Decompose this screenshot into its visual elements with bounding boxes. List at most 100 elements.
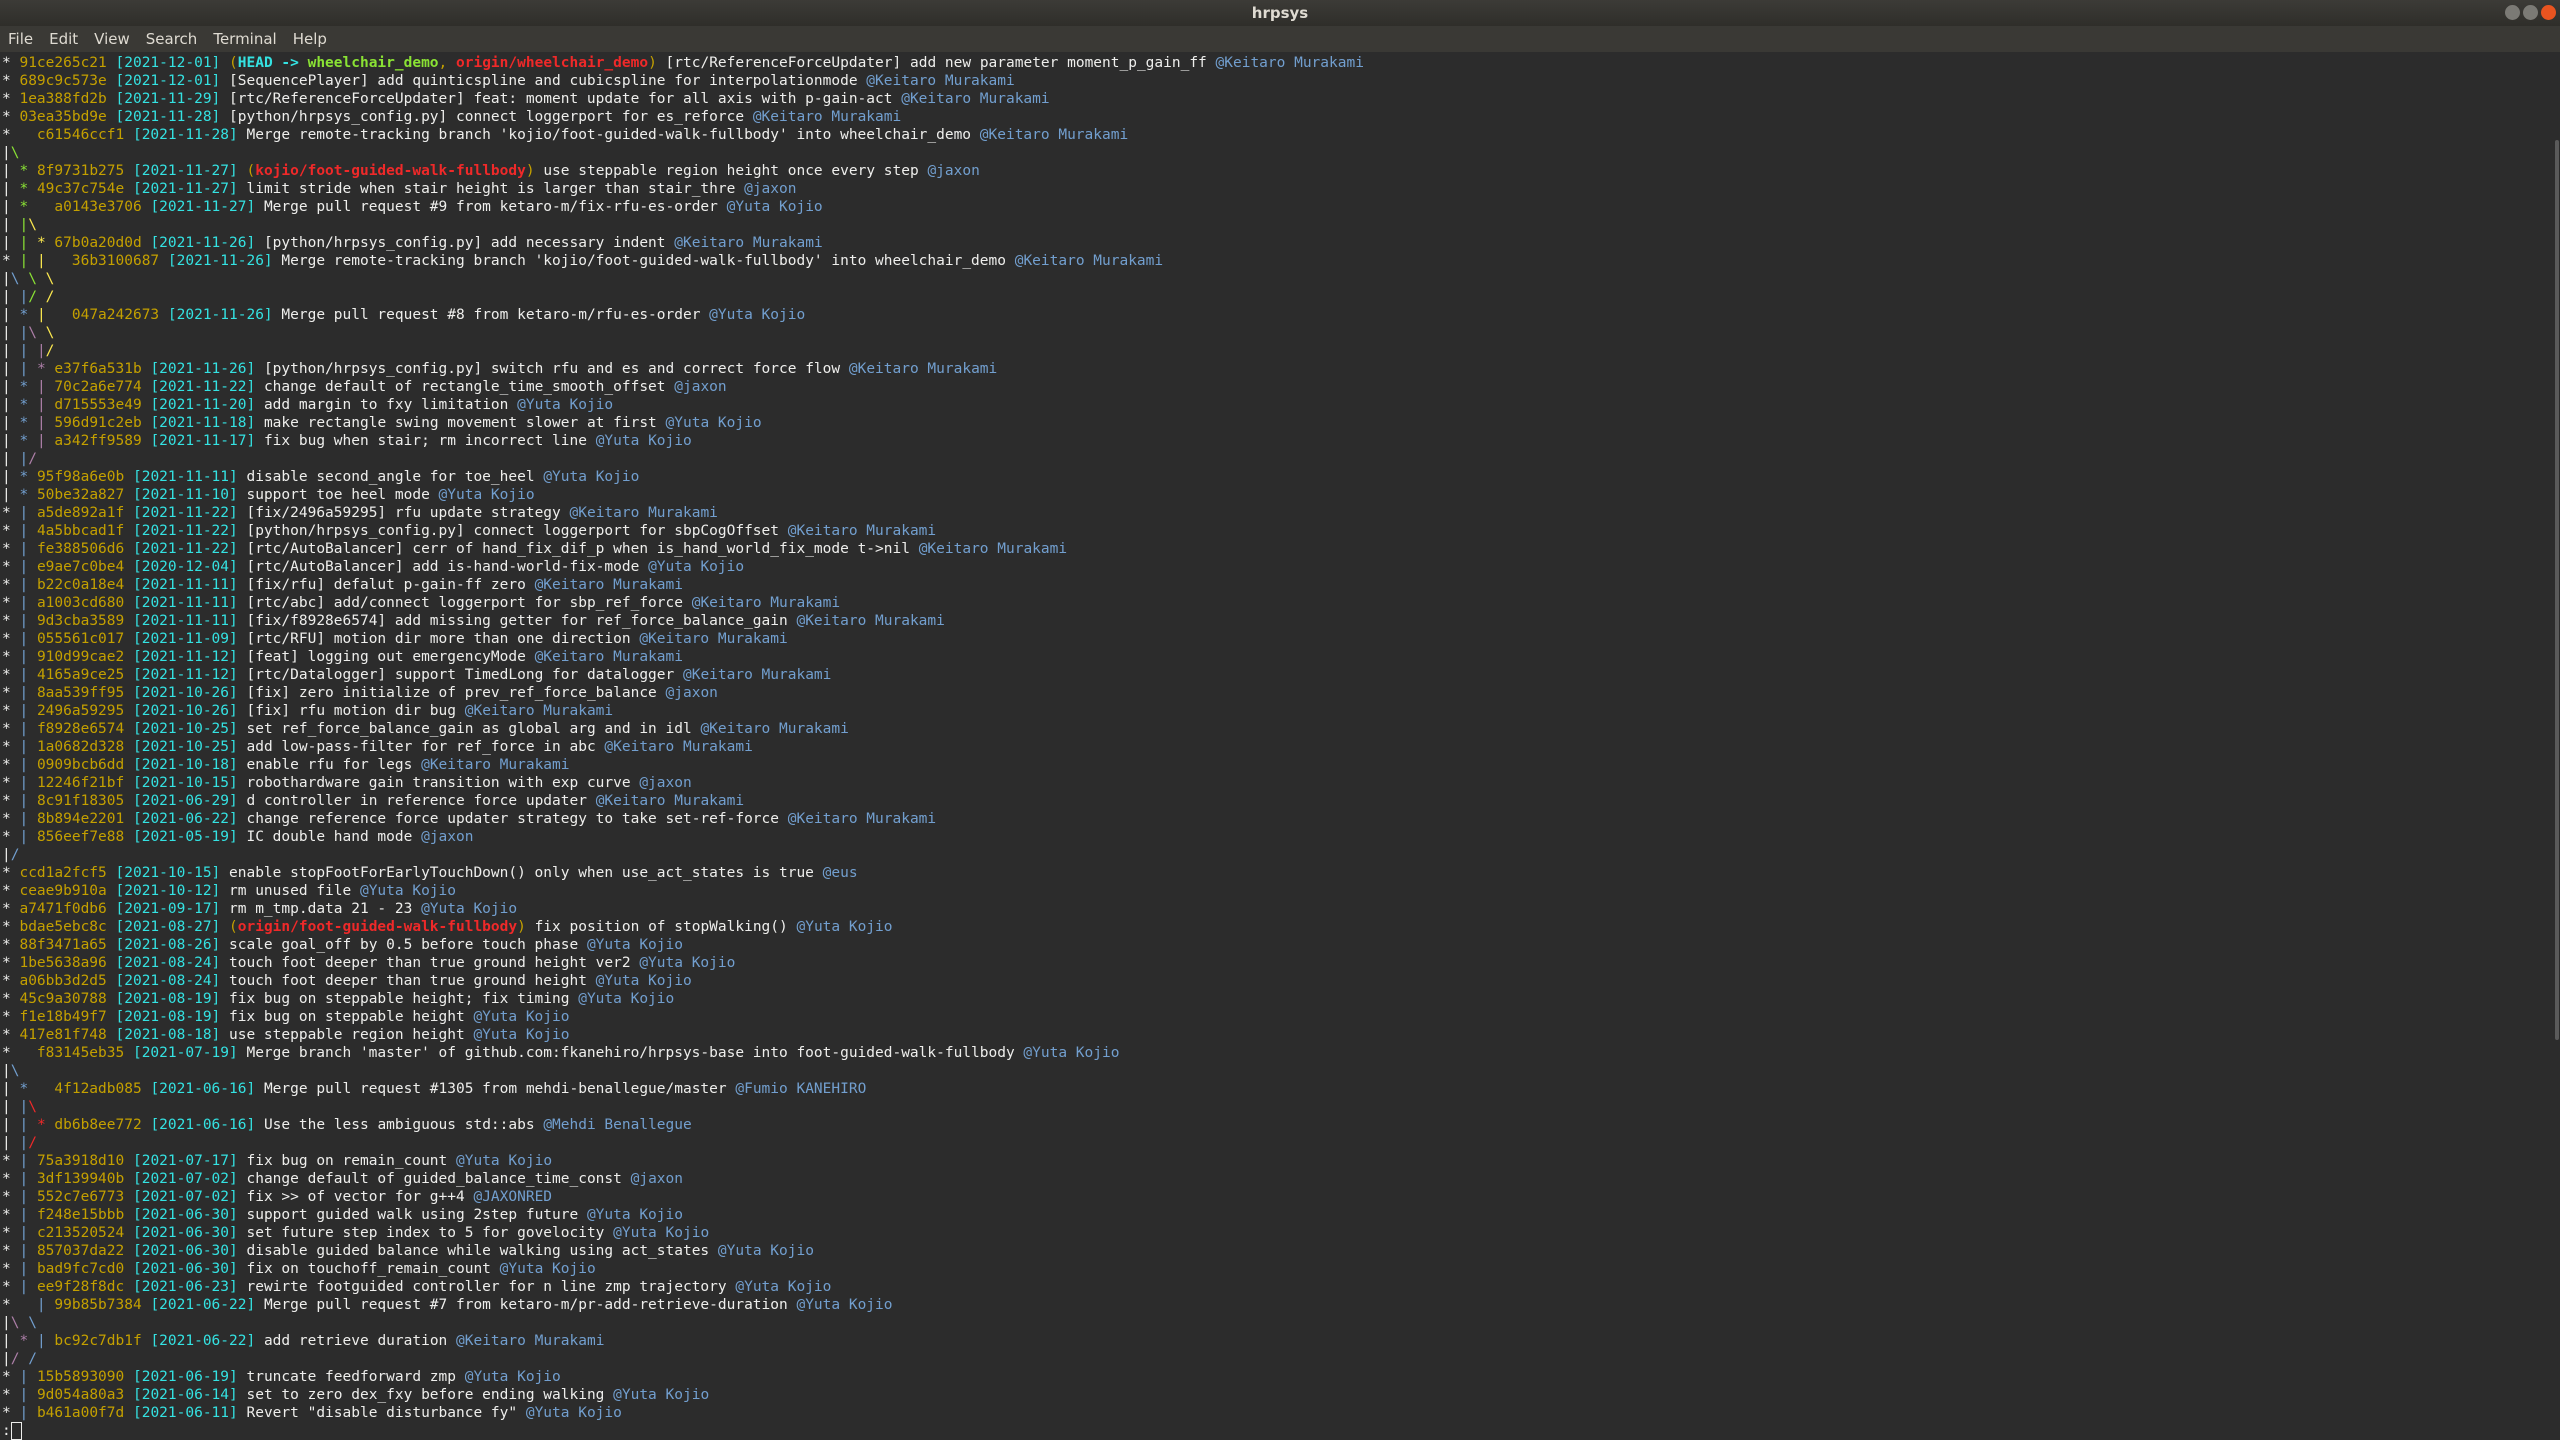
menu-view[interactable]: View	[86, 26, 138, 52]
maximize-button[interactable]	[2523, 5, 2538, 20]
graph-segment: |	[2, 343, 20, 359]
scrollbar[interactable]	[2554, 52, 2560, 1440]
graph-segment: *	[2, 667, 20, 683]
commit-hash: a0143e3706	[54, 199, 142, 215]
graph-segment: |	[19, 1225, 37, 1241]
commit-author: @Yuta Kojio	[473, 1009, 570, 1025]
commit-hash: 552c7e6773	[36, 1189, 125, 1205]
commit-date: [2021-10-25]	[132, 739, 238, 755]
graph-segment: *	[2, 1045, 37, 1061]
commit-message: fix on touchoff_remain_count	[246, 1261, 491, 1277]
commit-date: [2021-11-27]	[132, 163, 238, 179]
menu-search[interactable]: Search	[138, 26, 206, 52]
commit-message: Merge remote-tracking branch 'kojio/foot…	[281, 253, 1006, 269]
commit-author: @Keitaro Murakami	[691, 595, 841, 611]
pager-prompt[interactable]: :	[2, 1422, 1364, 1440]
graph-segment: |	[2, 433, 20, 449]
commit-message: d controller in reference force updater	[246, 793, 587, 809]
window-title: hrpsys	[1251, 4, 1309, 22]
graph-segment: /	[28, 451, 37, 467]
commit-message: [rtc/ReferenceForceUpdater] add new para…	[665, 55, 1207, 71]
commit-date: [2021-11-26]	[167, 253, 273, 269]
graph-segment: *	[19, 307, 37, 323]
commit-date: [2021-08-24]	[115, 973, 221, 989]
log-line: * | b461a00f7d [2021-06-11] Revert "disa…	[2, 1404, 1364, 1422]
commit-date: [2021-11-20]	[150, 397, 256, 413]
graph-segment: *	[2, 919, 20, 935]
graph-segment: *	[2, 937, 20, 953]
graph-segment: |	[2, 379, 20, 395]
commit-author: @jaxon	[674, 379, 727, 395]
commit-date: [2021-08-26]	[115, 937, 221, 953]
commit-message: [python/hrpsys_config.py] add necessary …	[263, 235, 666, 251]
log-line: |\	[2, 144, 1364, 162]
log-line: * | 910d99cae2 [2021-11-12] [feat] loggi…	[2, 648, 1364, 666]
graph-segment: \	[10, 1315, 29, 1331]
menu-terminal[interactable]: Terminal	[205, 26, 284, 52]
graph-segment: *	[2, 703, 20, 719]
log-line: * | 9d054a80a3 [2021-06-14] set to zero …	[2, 1386, 1364, 1404]
commit-date: [2021-11-29]	[115, 91, 221, 107]
commit-message: IC double hand mode	[246, 829, 413, 845]
log-line: * | 1a0682d328 [2021-10-25] add low-pass…	[2, 738, 1364, 756]
terminal-output[interactable]: * 91ce265c21 [2021-12-01] (HEAD -> wheel…	[0, 52, 2554, 1440]
graph-segment: *	[19, 469, 37, 485]
graph-segment: |	[19, 523, 37, 539]
minimize-button[interactable]	[2505, 5, 2520, 20]
commit-date: [2021-06-22]	[132, 811, 238, 827]
graph-segment: *	[19, 163, 37, 179]
graph-segment: *	[2, 901, 20, 917]
graph-segment: *	[19, 397, 37, 413]
ref-label: kojio/foot-guided-walk-fullbody	[255, 163, 526, 179]
commit-message: make rectangle swing movement slower at …	[263, 415, 657, 431]
graph-segment: *	[2, 1171, 20, 1187]
menu-help[interactable]: Help	[285, 26, 335, 52]
graph-segment: *	[2, 955, 20, 971]
log-line: * | 8c91f18305 [2021-06-29] d controller…	[2, 792, 1364, 810]
graph-segment: |	[2, 487, 20, 503]
graph-segment: |	[19, 325, 29, 341]
log-line: |\	[2, 1062, 1364, 1080]
graph-segment: \	[28, 217, 37, 233]
log-line: * | 4165a9ce25 [2021-11-12] [rtc/Datalog…	[2, 666, 1364, 684]
commit-hash: bc92c7db1f	[54, 1333, 142, 1349]
commit-date: [2021-11-27]	[132, 181, 238, 197]
commit-hash: 596d91c2eb	[54, 415, 142, 431]
commit-author: @Yuta Kojio	[726, 199, 823, 215]
graph-segment: *	[2, 1009, 20, 1025]
commit-message: set future step index to 5 for govelocit…	[246, 1225, 605, 1241]
log-line: | |\	[2, 1098, 1364, 1116]
graph-segment: |	[36, 379, 55, 395]
title-bar[interactable]: hrpsys	[0, 0, 2560, 26]
log-line: | | * e37f6a531b [2021-11-26] [python/hr…	[2, 360, 1364, 378]
commit-author: @Yuta Kojio	[595, 973, 692, 989]
commit-author: @Yuta Kojio	[613, 1387, 710, 1403]
menu-edit[interactable]: Edit	[41, 26, 86, 52]
graph-segment: /	[10, 1351, 29, 1367]
graph-segment: |	[19, 685, 37, 701]
graph-segment: |	[2, 1315, 11, 1331]
graph-segment: |	[19, 1171, 37, 1187]
graph-segment: |	[2, 181, 20, 197]
graph-segment: *	[36, 235, 55, 251]
graph-segment: *	[19, 487, 37, 503]
commit-author: @Keitaro Murakami	[848, 361, 998, 377]
graph-segment: |	[19, 289, 29, 305]
commit-author: @Keitaro Murakami	[918, 541, 1068, 557]
commit-author: @Yuta Kojio	[359, 883, 456, 899]
commit-date: [2021-08-24]	[115, 955, 221, 971]
graph-segment: \	[28, 325, 46, 341]
menu-file[interactable]: File	[0, 26, 41, 52]
scrollbar-thumb[interactable]	[2555, 140, 2559, 1040]
commit-hash: 12246f21bf	[36, 775, 125, 791]
commit-author: @Yuta Kojio	[438, 487, 535, 503]
log-line: * | 75a3918d10 [2021-07-17] fix bug on r…	[2, 1152, 1364, 1170]
close-button[interactable]	[2541, 5, 2556, 20]
graph-segment: |	[19, 541, 37, 557]
ref-label: )	[525, 163, 535, 179]
commit-hash: f1e18b49f7	[19, 1009, 107, 1025]
commit-hash: ccd1a2fcf5	[19, 865, 107, 881]
commit-date: [2021-11-26]	[167, 307, 273, 323]
commit-hash: c61546ccf1	[36, 127, 125, 143]
commit-date: [2021-11-18]	[150, 415, 256, 431]
